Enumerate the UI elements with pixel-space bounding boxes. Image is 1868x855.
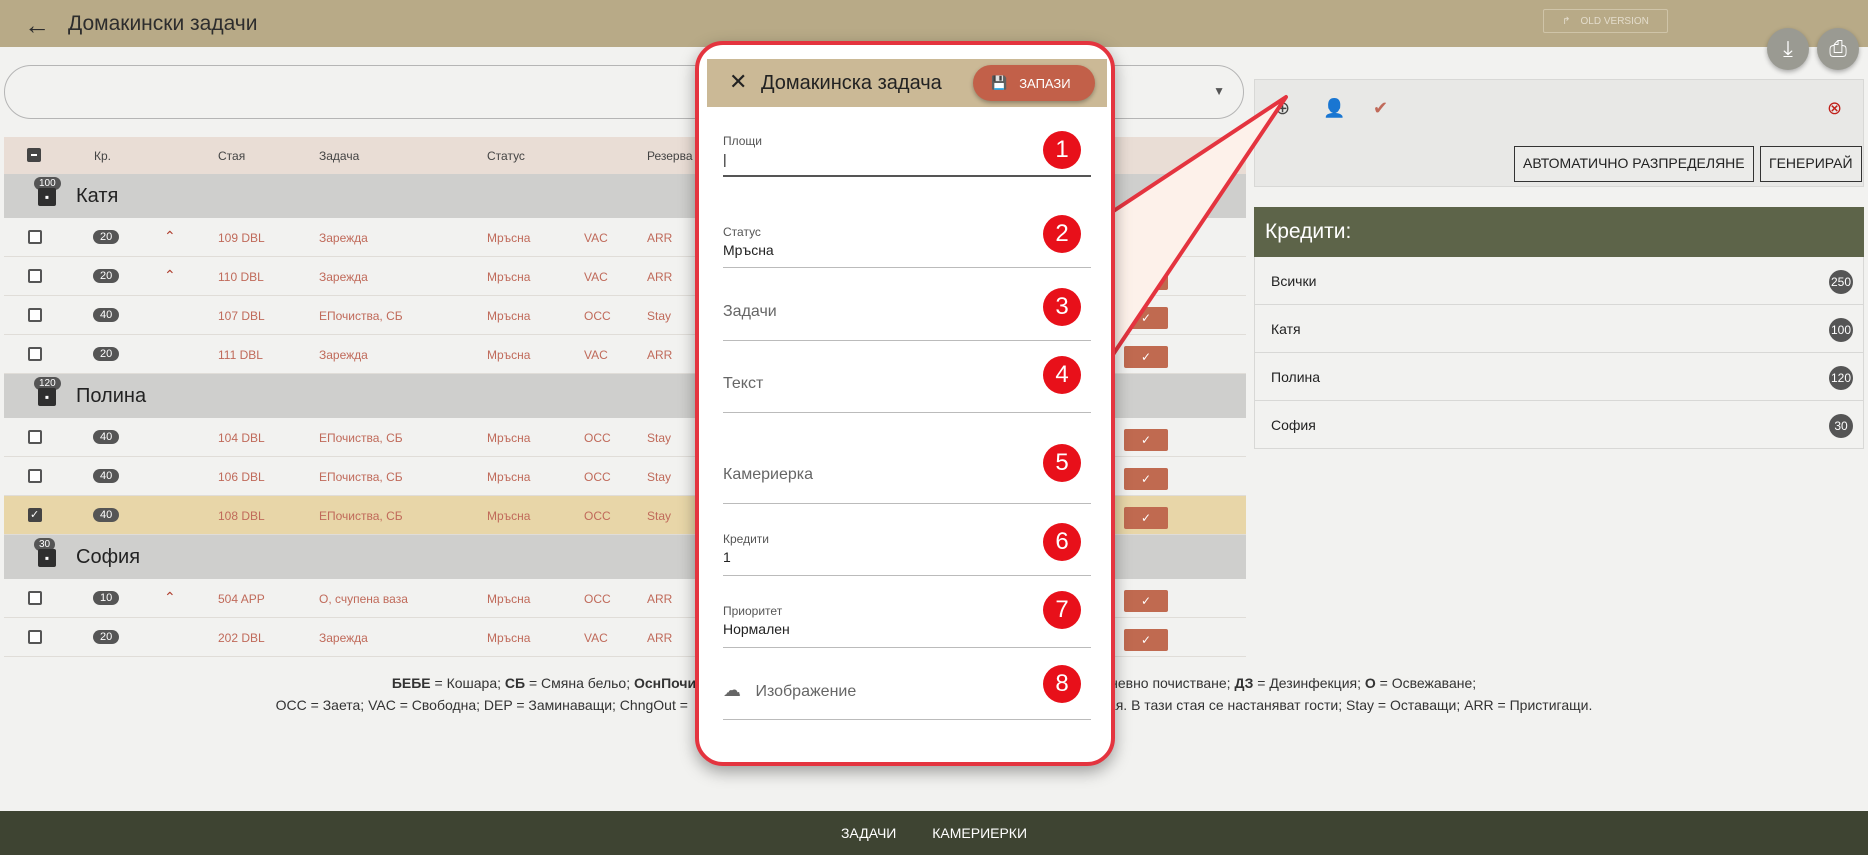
step-badge-8: 8 bbox=[1043, 665, 1081, 703]
task-dialog: ✕ Домакинска задача 💾 ЗАПАЗИ Площи | Ста… bbox=[695, 41, 1115, 766]
step-badge-3: 3 bbox=[1043, 288, 1081, 326]
step-badge-4: 4 bbox=[1043, 356, 1081, 394]
status-field[interactable]: Статус Мръсна bbox=[723, 225, 1091, 268]
credits-field[interactable]: Кредити 1 bbox=[723, 532, 1091, 576]
image-upload[interactable]: ☁ Изображение bbox=[723, 680, 1091, 720]
cloud-upload-icon: ☁ bbox=[723, 680, 741, 700]
dialog-header: ✕ Домакинска задача 💾 ЗАПАЗИ bbox=[707, 59, 1107, 107]
text-field[interactable]: Текст bbox=[723, 375, 1091, 413]
priority-field[interactable]: Приоритет Нормален bbox=[723, 604, 1091, 648]
step-badge-2: 2 bbox=[1043, 215, 1081, 253]
save-button[interactable]: 💾 ЗАПАЗИ bbox=[973, 65, 1095, 101]
step-badge-1: 1 bbox=[1043, 131, 1081, 169]
step-badge-6: 6 bbox=[1043, 523, 1081, 561]
close-icon[interactable]: ✕ bbox=[729, 69, 747, 95]
floppy-disk-icon: 💾 bbox=[991, 75, 1008, 90]
tasks-field[interactable]: Задачи bbox=[723, 303, 1091, 341]
step-badge-7: 7 bbox=[1043, 591, 1081, 629]
maid-field[interactable]: Камериерка bbox=[723, 466, 1091, 504]
step-badge-5: 5 bbox=[1043, 444, 1081, 482]
areas-field[interactable]: Площи | bbox=[723, 134, 1091, 177]
dialog-title: Домакинска задача bbox=[761, 72, 942, 94]
